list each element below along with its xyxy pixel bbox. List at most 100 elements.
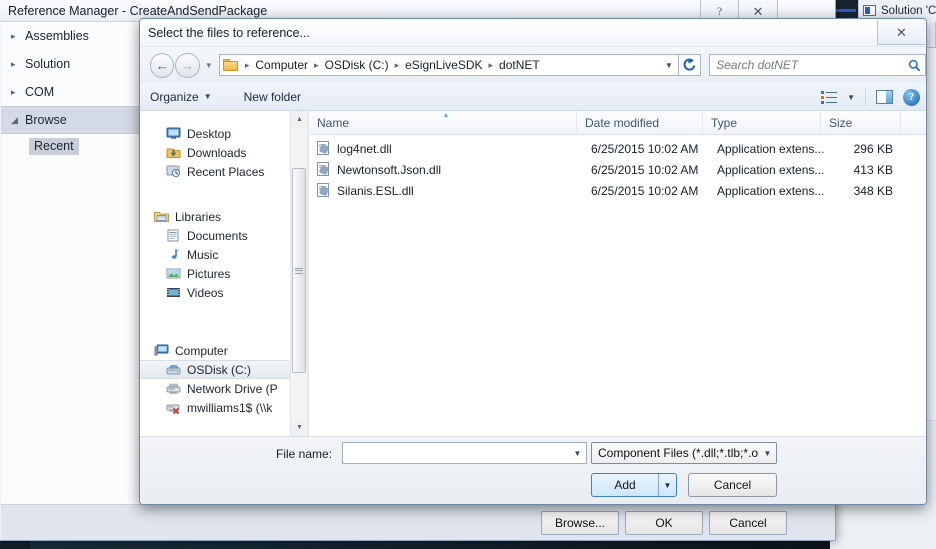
chevron-down-icon: ▼ [203,92,212,101]
column-header-type[interactable]: Type [703,110,821,135]
file-dialog-close-button[interactable]: ✕ [877,20,925,45]
disconnected-drive-icon [166,401,181,415]
breadcrumb-separator: ▸ [314,59,319,70]
address-dropdown-button[interactable]: ▼ [660,54,678,76]
music-icon [166,248,181,261]
column-header-size[interactable]: Size [821,110,901,135]
browse-button[interactable]: Browse... [541,511,619,535]
nav-item-label: Documents [187,228,248,243]
videos-icon [166,286,181,299]
breadcrumb-separator: ▸ [244,59,250,70]
sidebar-item-label: Browse [25,113,67,127]
reference-manager-title: Reference Manager - CreateAndSendPackage [8,3,268,18]
chevron-right-icon: ▸ [11,86,16,97]
scrollbar-thumb[interactable] [292,168,306,373]
file-name-cell: Newtonsoft.Json.dll [337,162,442,177]
nav-item-label: Videos [187,285,224,300]
column-header-label: Size [829,115,853,130]
file-name-input[interactable]: ▼ [342,442,587,464]
column-header-label: Type [711,115,738,130]
triangle-up-icon: ▲ [296,116,303,123]
file-name-cell: log4net.dll [337,141,392,156]
close-icon: ✕ [752,3,764,19]
table-row[interactable]: Newtonsoft.Json.dll 6/25/2015 10:02 AM A… [309,159,926,180]
help-icon[interactable]: ? [903,88,920,106]
nav-item-label: Recent Places [187,164,265,179]
nav-item-documents[interactable]: Documents [140,226,308,245]
view-layout-icon[interactable] [821,90,838,104]
refresh-button[interactable] [677,54,702,76]
chevron-right-icon: ▸ [11,58,16,69]
file-dialog-navigation-bar: ← → ▼ ▸ Computer ▸ OSDisk (C:) ▸ eSignLi… [140,47,926,83]
add-split-dropdown-icon[interactable]: ▼ [658,474,676,496]
breadcrumb-item-esignlivesdk[interactable]: eSignLiveSDK [403,58,484,72]
add-button-label: Add [614,478,636,492]
nav-item-osdisk[interactable]: OSDisk (C:) [140,360,308,379]
breadcrumb-separator: ▸ [488,59,494,70]
nav-item-desktop[interactable]: Desktop [140,124,308,143]
add-button[interactable]: Add ▼ [591,473,677,497]
dll-file-icon [317,162,331,177]
column-header-date-modified[interactable]: Date modified [577,110,703,135]
breadcrumb-item-computer[interactable]: Computer [253,58,310,72]
sidebar-item-label: Solution [25,57,71,71]
file-type-filter-dropdown[interactable]: Component Files (*.dll;*.tlb;*.ol ▼ [591,442,777,464]
nav-item-network-drive[interactable]: Network Drive (P [140,379,308,398]
sidebar-item-recent[interactable]: Recent [1,134,140,158]
nav-item-label: Music [187,247,219,262]
breadcrumb-separator: ▸ [394,59,400,70]
scroll-down-button[interactable]: ▼ [291,419,308,436]
column-header-name[interactable]: ▲ Name [309,110,577,135]
nav-item-videos[interactable]: Videos [140,283,308,302]
preview-pane-icon[interactable] [876,90,893,104]
browse-button-label: Browse... [554,516,605,530]
history-dropdown-icon[interactable]: ▼ [205,61,213,70]
file-date-cell: 6/25/2015 10:02 AM [591,183,699,198]
sidebar-item-browse[interactable]: ◢ Browse [1,106,140,134]
nav-item-pictures[interactable]: Pictures [140,264,308,283]
navigation-pane-scrollbar[interactable]: ▲ ▼ [290,111,308,436]
file-date-cell: 6/25/2015 10:02 AM [591,141,699,156]
breadcrumb-item-dotnet[interactable]: dotNET [497,58,542,72]
forward-button[interactable]: → [175,52,200,78]
nav-item-music[interactable]: Music [140,245,308,264]
cancel-button-label: Cancel [713,478,752,492]
back-button[interactable]: ← [150,52,175,78]
background-ide-accent-line [836,9,856,12]
nav-item-downloads[interactable]: Downloads [140,143,308,162]
sidebar-item-com[interactable]: ▸ COM [1,78,140,106]
nav-item-mwilliams-share[interactable]: mwilliams1$ (\\k [140,398,308,417]
breadcrumb-item-osdisk[interactable]: OSDisk (C:) [323,58,391,72]
ok-button-label: OK [655,516,673,530]
nav-item-computer[interactable]: Computer [140,341,308,360]
sidebar-item-assemblies[interactable]: ▸ Assemblies [1,22,140,50]
libraries-icon [154,210,169,223]
nav-item-libraries[interactable]: Libraries [140,207,308,226]
table-row[interactable]: Silanis.ESL.dll 6/25/2015 10:02 AM Appli… [309,180,926,201]
scroll-up-button[interactable]: ▲ [291,111,308,128]
address-breadcrumb-bar[interactable]: ▸ Computer ▸ OSDisk (C:) ▸ eSignLiveSDK … [218,54,661,76]
chevron-down-icon[interactable]: ▼ [569,443,586,463]
table-row[interactable]: log4net.dll 6/25/2015 10:02 AM Applicati… [309,138,926,159]
navigation-pane: Desktop Downloads Recent Places Librarie… [140,111,308,436]
nav-item-recent-places[interactable]: Recent Places [140,162,308,181]
file-list-view[interactable]: ▲ Name Date modified Type Size log4net.d… [309,110,926,436]
sidebar-item-label: Assemblies [25,29,89,43]
organize-menu-button[interactable]: Organize ▼ [140,90,222,104]
file-dialog-cancel-button[interactable]: Cancel [688,473,777,497]
view-dropdown-icon[interactable]: ▼ [847,93,855,102]
search-input[interactable]: Search dotNET [709,54,926,76]
desktop-icon [166,127,181,140]
chevron-down-icon[interactable]: ▼ [759,443,776,463]
new-folder-button[interactable]: New folder [222,90,311,104]
ok-button[interactable]: OK [625,511,703,535]
nav-item-label: mwilliams1$ (\\k [187,400,273,415]
cancel-button[interactable]: Cancel [709,511,787,535]
file-type-cell: Application extens... [717,162,825,177]
sidebar-item-solution[interactable]: ▸ Solution [1,50,140,78]
